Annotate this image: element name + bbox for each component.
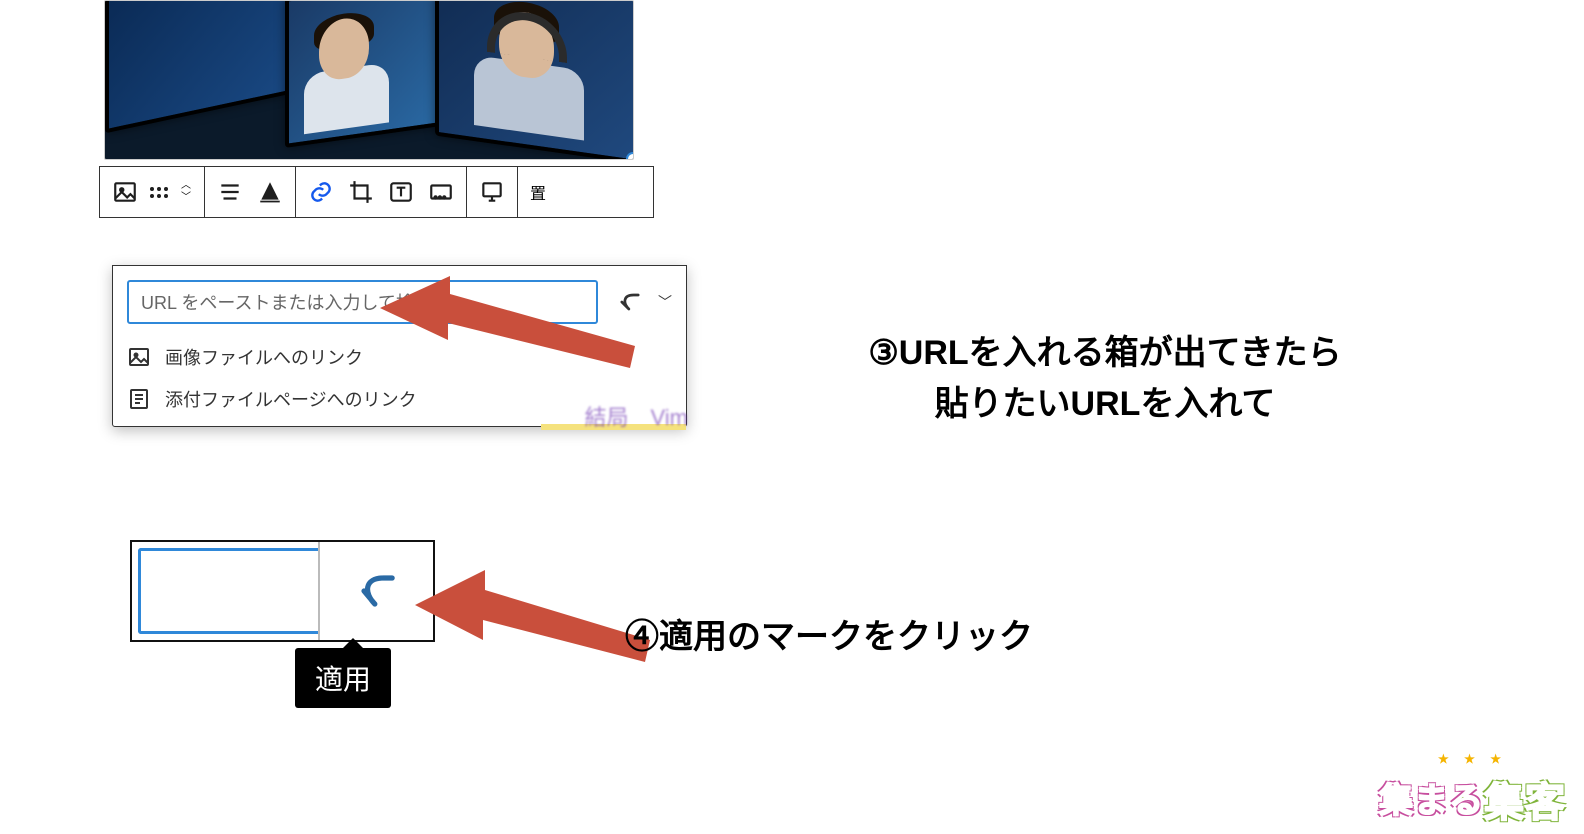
block-toolbar: ︿ ﹀ xyxy=(99,166,654,218)
link-button[interactable] xyxy=(304,175,338,209)
page-icon xyxy=(127,387,151,411)
apply-button-zoom xyxy=(130,540,435,642)
url-input-zoom[interactable] xyxy=(138,548,318,634)
annotation-step3: ③URLを入れる箱が出てきたら 貼りたいURLを入れて xyxy=(625,328,1584,430)
link-option-label: 添付ファイルページへのリンク xyxy=(165,386,417,412)
resize-handle-icon[interactable] xyxy=(626,152,634,160)
editor-block: ︿ ﹀ xyxy=(99,0,654,218)
replace-label: 置 xyxy=(530,180,546,204)
text-overlay-button[interactable] xyxy=(384,175,418,209)
caption-button[interactable] xyxy=(253,175,287,209)
apply-arrow-icon xyxy=(351,565,403,617)
chevron-down-icon[interactable]: ﹀ xyxy=(181,193,191,203)
selected-image[interactable] xyxy=(104,0,634,160)
chevron-down-icon[interactable]: ﹀ xyxy=(658,292,672,312)
replace-button[interactable]: 置 xyxy=(518,167,558,217)
annotation-arrow-4 xyxy=(415,560,655,680)
chevron-up-icon[interactable]: ︿ xyxy=(181,181,191,191)
link-option-label: 画像ファイルへのリンク xyxy=(165,344,363,370)
annotation-step4: ④適用のマークをクリック xyxy=(625,612,1033,663)
annotation-arrow-3 xyxy=(380,268,640,388)
crop-button[interactable] xyxy=(344,175,378,209)
brand-logo: ★ ★ ★ 集まる集客 xyxy=(1379,766,1566,824)
dimensions-button[interactable] xyxy=(475,175,509,209)
apply-tooltip: 適用 xyxy=(295,648,391,708)
move-up-down[interactable]: ︿ ﹀ xyxy=(176,181,196,203)
duotone-button[interactable] xyxy=(424,175,458,209)
align-button[interactable] xyxy=(213,175,247,209)
block-type-image-icon[interactable] xyxy=(108,175,142,209)
image-icon xyxy=(127,345,151,369)
stars-icon: ★ ★ ★ xyxy=(1438,752,1507,766)
drag-handle-icon[interactable] xyxy=(148,187,170,198)
